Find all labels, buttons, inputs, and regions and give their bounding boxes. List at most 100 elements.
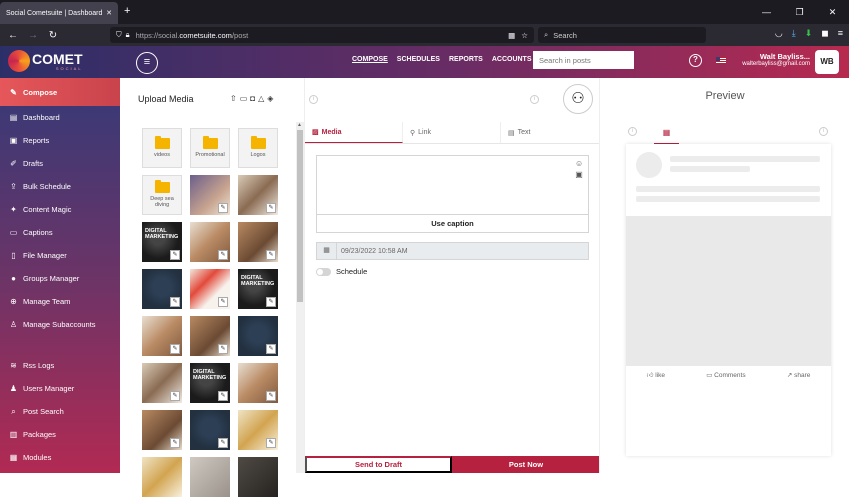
edit-icon[interactable]: ✎ xyxy=(266,438,276,448)
media-thumb[interactable]: ✎ xyxy=(142,269,182,309)
sidebar-item-dashboard[interactable]: ▤ Dashboard xyxy=(0,106,120,129)
addon-icon[interactable]: ◼ xyxy=(821,28,828,39)
post-now-button[interactable]: Post Now xyxy=(452,456,600,473)
media-thumb[interactable]: ✎ xyxy=(238,410,278,450)
nav-schedules[interactable]: SCHEDULES xyxy=(397,56,440,63)
media-thumb[interactable] xyxy=(238,457,278,497)
qr-icon[interactable]: ▦ xyxy=(508,31,515,40)
edit-icon[interactable]: ✎ xyxy=(170,438,180,448)
restore-icon[interactable]: ❐ xyxy=(783,0,816,24)
tab-media[interactable]: ▨ Media xyxy=(305,122,403,143)
info-icon[interactable]: i xyxy=(530,95,539,104)
edit-icon[interactable]: ✎ xyxy=(218,438,228,448)
media-thumb[interactable]: ✎ xyxy=(238,175,278,215)
media-thumb[interactable] xyxy=(142,457,182,497)
browser-tab[interactable]: Social Cometsuite | Dashboard ✕ xyxy=(0,2,118,24)
info-icon[interactable]: i xyxy=(628,127,637,136)
media-thumb[interactable]: ✎ xyxy=(190,410,230,450)
schedule-toggle[interactable] xyxy=(316,267,331,276)
edit-icon[interactable]: ✎ xyxy=(266,250,276,260)
media-thumb[interactable]: ✎ xyxy=(142,316,182,356)
folder-promotional[interactable]: Promotional xyxy=(190,128,230,168)
download-icon[interactable]: ⤓ xyxy=(792,28,796,39)
media-scrollbar[interactable]: ▲ xyxy=(296,122,304,473)
scroll-up-icon[interactable]: ▲ xyxy=(297,122,302,128)
sidebar-item-bulk-schedule[interactable]: ⇪ Bulk Schedule xyxy=(0,175,120,198)
edit-icon[interactable]: ✎ xyxy=(218,344,228,354)
hamburger-menu-icon[interactable]: ≡ xyxy=(136,52,158,74)
edit-icon[interactable]: ✎ xyxy=(170,250,180,260)
sidebar-item-rss-logs[interactable]: ≋ Rss Logs xyxy=(0,354,120,377)
sidebar-item-content-magic[interactable]: ✦ Content Magic xyxy=(0,198,120,221)
sidebar-item-file-manager[interactable]: ▯ File Manager xyxy=(0,244,120,267)
tab-link[interactable]: ⚲ Link xyxy=(403,122,501,143)
extension-icon[interactable]: ⬇ xyxy=(805,28,813,39)
media-thumb[interactable] xyxy=(190,457,230,497)
google-drive-icon[interactable]: △ xyxy=(258,94,264,103)
add-profile-icon[interactable]: ⚇ xyxy=(563,84,593,114)
media-thumb[interactable]: DIGITAL MARKETING ✎ xyxy=(190,363,230,403)
us-flag-icon[interactable] xyxy=(716,57,726,64)
media-thumb[interactable]: ✎ xyxy=(190,222,230,262)
sidebar-item-modules[interactable]: ▦ Modules xyxy=(0,446,120,469)
upload-file-icon[interactable]: ⇧ xyxy=(230,94,237,103)
edit-icon[interactable]: ✎ xyxy=(266,203,276,213)
folder-videos[interactable]: videos xyxy=(142,128,182,168)
nav-reports[interactable]: REPORTS xyxy=(449,56,483,63)
edit-icon[interactable]: ✎ xyxy=(266,344,276,354)
edit-icon[interactable]: ✎ xyxy=(170,391,180,401)
post-text-area[interactable] xyxy=(316,155,589,215)
media-thumb[interactable]: ✎ xyxy=(190,316,230,356)
media-thumb[interactable]: ✎ xyxy=(238,316,278,356)
reload-icon[interactable]: ↻ xyxy=(43,30,63,41)
help-icon[interactable]: ? xyxy=(689,54,702,67)
media-thumb[interactable]: ✎ xyxy=(142,410,182,450)
video-icon[interactable]: ◘ xyxy=(250,94,255,103)
sidebar-item-packages[interactable]: ▥ Packages xyxy=(0,423,120,446)
edit-icon[interactable]: ✎ xyxy=(266,391,276,401)
post-search-input[interactable] xyxy=(533,51,634,69)
send-to-draft-button[interactable]: Send to Draft xyxy=(305,456,452,473)
edit-icon[interactable]: ✎ xyxy=(218,203,228,213)
bookmark-star-icon[interactable]: ☆ xyxy=(521,31,528,40)
back-icon[interactable]: ← xyxy=(3,30,23,41)
edit-icon[interactable]: ✎ xyxy=(266,297,276,307)
forward-icon[interactable]: → xyxy=(23,30,43,41)
edit-icon[interactable]: ✎ xyxy=(218,297,228,307)
media-thumb[interactable]: ✎ xyxy=(190,175,230,215)
edit-icon[interactable]: ✎ xyxy=(170,344,180,354)
media-thumb[interactable]: ✎ xyxy=(190,269,230,309)
sidebar-item-reports[interactable]: ▣ Reports xyxy=(0,129,120,152)
media-thumb[interactable]: ✎ xyxy=(238,363,278,403)
edit-icon[interactable]: ✎ xyxy=(218,391,228,401)
sidebar-item-compose[interactable]: ✎ Compose xyxy=(0,78,120,106)
emoji-icon[interactable]: ☺ xyxy=(575,158,583,169)
url-bar[interactable]: ⛉ 🔒︎ https://social. cometsuite.com/post … xyxy=(110,27,534,43)
minimize-icon[interactable]: — xyxy=(750,0,783,24)
close-window-icon[interactable]: ✕ xyxy=(816,0,849,24)
info-icon[interactable]: i xyxy=(819,127,828,136)
sidebar-item-users-manager[interactable]: ♟ Users Manager xyxy=(0,377,120,400)
sidebar-item-captions[interactable]: ▭ Captions xyxy=(0,221,120,244)
tab-text[interactable]: ▤ Text xyxy=(501,122,599,143)
info-icon[interactable]: i xyxy=(309,95,318,104)
preview-network-tab[interactable]: ▦ xyxy=(654,124,679,144)
nav-compose[interactable]: COMPOSE xyxy=(352,56,388,63)
computer-icon[interactable]: ▭ xyxy=(240,94,248,103)
media-thumb[interactable]: ✎ xyxy=(238,222,278,262)
sidebar-item-drafts[interactable]: ✐ Drafts xyxy=(0,152,120,175)
save-icon[interactable]: ▣ xyxy=(575,169,583,180)
media-thumb[interactable]: DIGITAL MARKETING ✎ xyxy=(238,269,278,309)
avatar[interactable]: WB xyxy=(815,50,839,74)
media-thumb[interactable]: ✎ xyxy=(142,363,182,403)
edit-icon[interactable]: ✎ xyxy=(170,297,180,307)
schedule-date-field[interactable]: ▦ 09/23/2022 10:58 AM xyxy=(316,242,589,260)
sidebar-item-post-search[interactable]: ⌕ Post Search xyxy=(0,400,120,423)
sidebar-item-manage-subaccounts[interactable]: ♙ Manage Subaccounts xyxy=(0,313,120,336)
media-thumb[interactable]: DIGITAL MARKETING ✎ xyxy=(142,222,182,262)
scrollbar-thumb[interactable] xyxy=(297,130,303,302)
menu-icon[interactable]: ≡ xyxy=(838,28,843,39)
edit-icon[interactable]: ✎ xyxy=(218,250,228,260)
nav-accounts[interactable]: ACCOUNTS xyxy=(492,56,532,63)
folder-deep-sea-diving[interactable]: Deep sea diving xyxy=(142,175,182,215)
